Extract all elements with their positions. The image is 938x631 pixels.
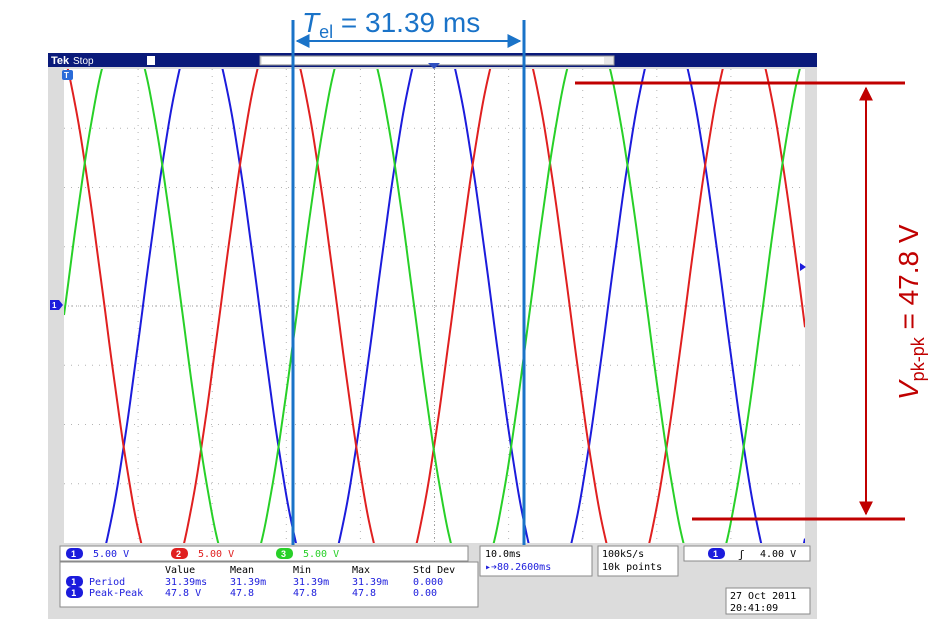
measurement-cell: 31.39ms — [165, 577, 207, 588]
channel-scale: 5.00 V — [198, 549, 234, 560]
measurement-cell: 31.39m — [230, 577, 266, 588]
measurement-cell: 31.39m — [293, 577, 329, 588]
measurement-channel: 1 — [71, 589, 76, 599]
measurement-cell: 31.39m — [352, 577, 388, 588]
scope-canvas: Tek Stop T 1 1 5.00 V 2 5.00 V 3 5.00 V Value… — [48, 7, 928, 619]
measurement-cell: 47.8 — [230, 588, 254, 599]
measurement-channel: 1 — [71, 578, 76, 588]
timebase-scale: 10.0ms — [485, 549, 521, 560]
trigger-position-icon — [147, 56, 155, 65]
measurement-cell: 0.00 — [413, 588, 437, 599]
tek-logo: Tek — [51, 55, 70, 67]
channel-scale: 5.00 V — [303, 549, 339, 560]
measurement-name: Peak-Peak — [89, 588, 143, 599]
trigger-source: 1 — [713, 549, 718, 559]
measurement-cell: 47.8 V — [165, 588, 201, 599]
run-state: Stop — [73, 56, 94, 67]
record-view-window — [262, 57, 604, 64]
trigger-marker-label: T — [64, 71, 69, 80]
channel-number: 1 — [71, 549, 76, 559]
record-length: 10k points — [602, 562, 662, 573]
period-annotation: Tel = 31.39 ms — [302, 7, 480, 42]
sample-rate: 100kS/s — [602, 549, 644, 560]
channel1-ground-label: 1 — [52, 301, 57, 310]
measurement-cell: 47.8 — [352, 588, 376, 599]
channel-number: 2 — [176, 549, 181, 559]
measurement-header: Min — [293, 565, 311, 576]
date: 27 Oct 2011 — [730, 591, 796, 602]
time: 20:41:09 — [730, 603, 778, 614]
measurement-header: Max — [352, 565, 370, 576]
channel-number: 3 — [281, 549, 286, 559]
measurement-header: Std Dev — [413, 565, 455, 576]
timebase-position: ▸➔80.2600ms — [485, 562, 551, 573]
measurement-header: Mean — [230, 565, 254, 576]
measurement-header: Value — [165, 565, 195, 576]
peak-annotation: Vpk-pk = 47.8 V — [893, 224, 928, 400]
trigger-level: 4.00 V — [760, 549, 796, 560]
oscilloscope-screenshot: Tek Stop T 1 1 5.00 V 2 5.00 V 3 5.00 V Value… — [0, 0, 938, 631]
channel-scale: 5.00 V — [93, 549, 129, 560]
measurement-cell: 47.8 — [293, 588, 317, 599]
measurement-cell: 0.000 — [413, 577, 443, 588]
measurement-name: Period — [89, 577, 125, 588]
trigger-slope-icon: ʃ — [738, 548, 745, 561]
